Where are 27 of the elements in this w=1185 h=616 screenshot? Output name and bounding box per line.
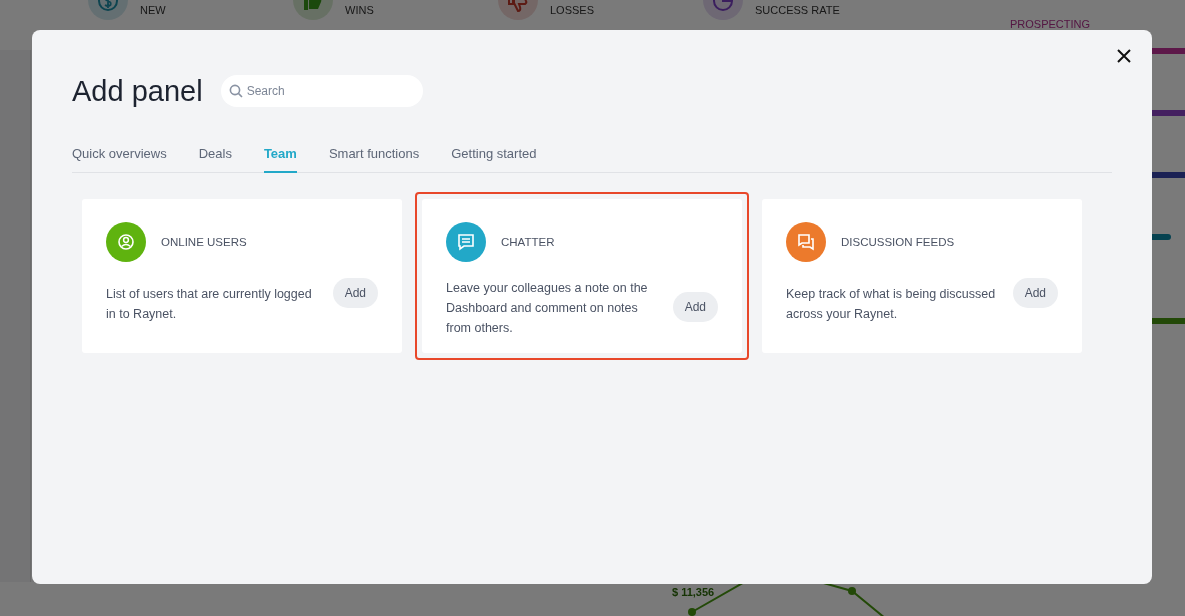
panel-description: Leave your colleagues a note on the Dashboard and comment on notes from others. — [446, 280, 649, 337]
panel-title: CHATTER — [501, 236, 555, 248]
stat-label: NEW — [140, 4, 166, 16]
tab[interactable]: Smart functions — [328, 144, 420, 173]
stat-label: WINS — [345, 4, 374, 16]
close-button[interactable] — [1116, 48, 1132, 64]
panel-title: DISCUSSION FEEDS — [841, 236, 955, 248]
pipeline-stage-title: PROSPECTING — [1010, 18, 1092, 30]
panel-description: Keep track of what is being discussed across your Raynet. — [786, 286, 997, 323]
panel-description: List of users that are currently logged in to Raynet. — [106, 286, 313, 323]
tab[interactable]: Deals — [198, 144, 232, 173]
user-icon — [106, 222, 146, 262]
tab[interactable]: Getting started — [451, 144, 537, 173]
add-button[interactable]: Add — [672, 292, 718, 322]
chart-value-label: $ 11,356 — [672, 586, 715, 598]
search-field[interactable]: Search — [220, 75, 423, 107]
close-icon — [1116, 48, 1132, 64]
add-button[interactable]: Add — [1012, 278, 1058, 308]
add-button[interactable]: Add — [332, 278, 378, 308]
speech-bubbles-icon — [786, 222, 826, 262]
stat-label: LOSSES — [550, 4, 595, 16]
panel-title: ONLINE USERS — [161, 236, 247, 248]
search-icon — [228, 84, 243, 98]
dialog-title: Add panel — [72, 74, 203, 108]
stat-label: SUCCESS RATE — [755, 4, 840, 16]
chat-icon — [446, 222, 486, 262]
tab[interactable]: Quick overviews — [72, 144, 167, 173]
